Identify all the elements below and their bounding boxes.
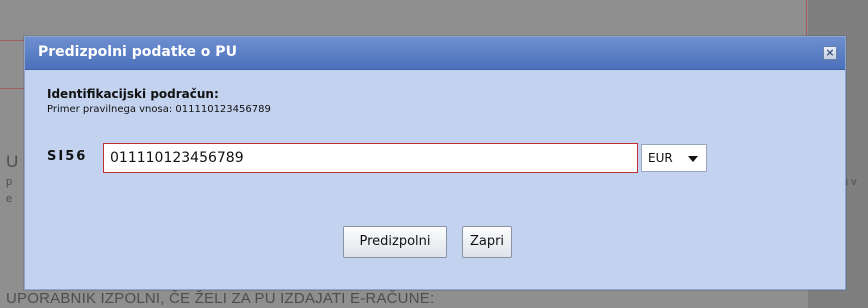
background-divider <box>806 0 807 40</box>
currency-select[interactable]: EUR <box>641 144 707 172</box>
background-text: p <box>6 176 13 188</box>
close-button[interactable]: Zapri <box>462 226 512 258</box>
close-icon[interactable]: × <box>823 46 837 60</box>
account-number-input[interactable] <box>103 143 638 173</box>
background-text: U <box>6 152 19 171</box>
iban-prefix: SI56 <box>47 149 88 164</box>
chevron-down-icon <box>688 156 698 162</box>
prefill-dialog: Predizpolni podatke o PU × Identifikacij… <box>24 36 846 290</box>
currency-value: EUR <box>648 151 673 165</box>
dialog-title: Predizpolni podatke o PU <box>38 44 237 60</box>
field-label: Identifikacijski podračun: <box>47 87 219 101</box>
example-hint: Primer pravilnega vnosa: 011110123456789 <box>47 104 271 115</box>
dialog-titlebar[interactable]: Predizpolni podatke o PU × <box>25 37 845 70</box>
prefill-button[interactable]: Predizpolni <box>343 226 447 258</box>
background-text: e <box>6 193 13 205</box>
background-section-heading: UPORABNIK IZPOLNI, ČE ŽELI ZA PU IZDAJAT… <box>6 290 435 307</box>
